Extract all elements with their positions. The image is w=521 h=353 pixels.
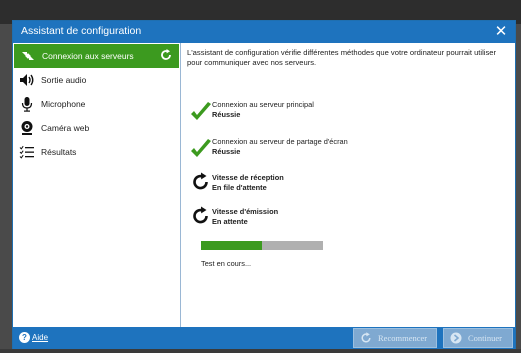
sidebar-item-label: Microphone [41, 99, 86, 109]
sidebar-item-label: Résultats [41, 147, 77, 157]
continue-label: Continuer [468, 333, 502, 343]
check-name: Vitesse de réception [212, 173, 284, 182]
intro-text: L'assistant de configuration vérifie dif… [187, 48, 497, 67]
sidebar-item-label: Sortie audio [41, 75, 87, 85]
check-status: En file d'attente [212, 183, 267, 192]
help-icon: ? [19, 332, 30, 343]
check-name: Connexion au serveur de partage d'écran [212, 137, 348, 146]
check-name: Vitesse d'émission [212, 207, 279, 216]
sidebar-item-webcam[interactable]: Caméra web [13, 116, 180, 140]
window-title: Assistant de configuration [21, 25, 142, 37]
continue-button[interactable]: Continuer [443, 328, 513, 348]
progress-bar-fill [201, 241, 262, 250]
check-status: Réussie [212, 147, 241, 156]
close-icon[interactable]: ✕ [493, 23, 509, 39]
sidebar-item-audio-output[interactable]: Sortie audio [13, 68, 180, 92]
footer-bar: ? Aide Recommencer Continuer [13, 327, 515, 349]
sidebar-item-results[interactable]: Résultats [13, 140, 180, 164]
restart-button[interactable]: Recommencer [353, 328, 437, 348]
check-status: En attente [212, 217, 248, 226]
restart-icon [360, 332, 372, 344]
webcam-icon [19, 120, 35, 136]
check-status: Réussie [212, 110, 241, 119]
microphone-icon [19, 96, 35, 112]
sidebar-item-server-connection[interactable]: Connexion aux serveurs [14, 44, 179, 68]
main-panel: L'assistant de configuration vérifie dif… [181, 43, 515, 327]
sidebar-item-label: Caméra web [41, 123, 90, 133]
check-item: Connexion au serveur de partage d'écran … [212, 137, 348, 157]
check-item: Connexion au serveur principal Réussie [212, 100, 314, 120]
sidebar-item-label: Connexion aux serveurs [42, 51, 134, 61]
background-bottom-strip [0, 349, 521, 353]
check-name: Connexion au serveur principal [212, 100, 314, 109]
check-item: Vitesse d'émission En attente [212, 207, 278, 227]
speaker-icon [19, 72, 35, 88]
results-list-icon [19, 144, 35, 160]
check-item: Vitesse de réception En file d'attente [212, 173, 284, 193]
sidebar: Connexion aux serveurs Sortie audio Micr… [13, 43, 181, 327]
titlebar: Assistant de configuration ✕ [13, 21, 515, 43]
restart-label: Recommencer [378, 333, 428, 343]
sidebar-item-microphone[interactable]: Microphone [13, 92, 180, 116]
progress-bar [201, 241, 323, 250]
help-label: Aide [32, 333, 49, 342]
progress-text: Test en cours... [201, 259, 252, 268]
refresh-icon [159, 48, 173, 62]
config-wizard-window: Assistant de configuration ✕ Connexion a… [12, 20, 516, 350]
server-connection-icon [20, 48, 36, 64]
help-link[interactable]: ? Aide [19, 332, 48, 343]
continue-arrow-icon [450, 332, 462, 344]
